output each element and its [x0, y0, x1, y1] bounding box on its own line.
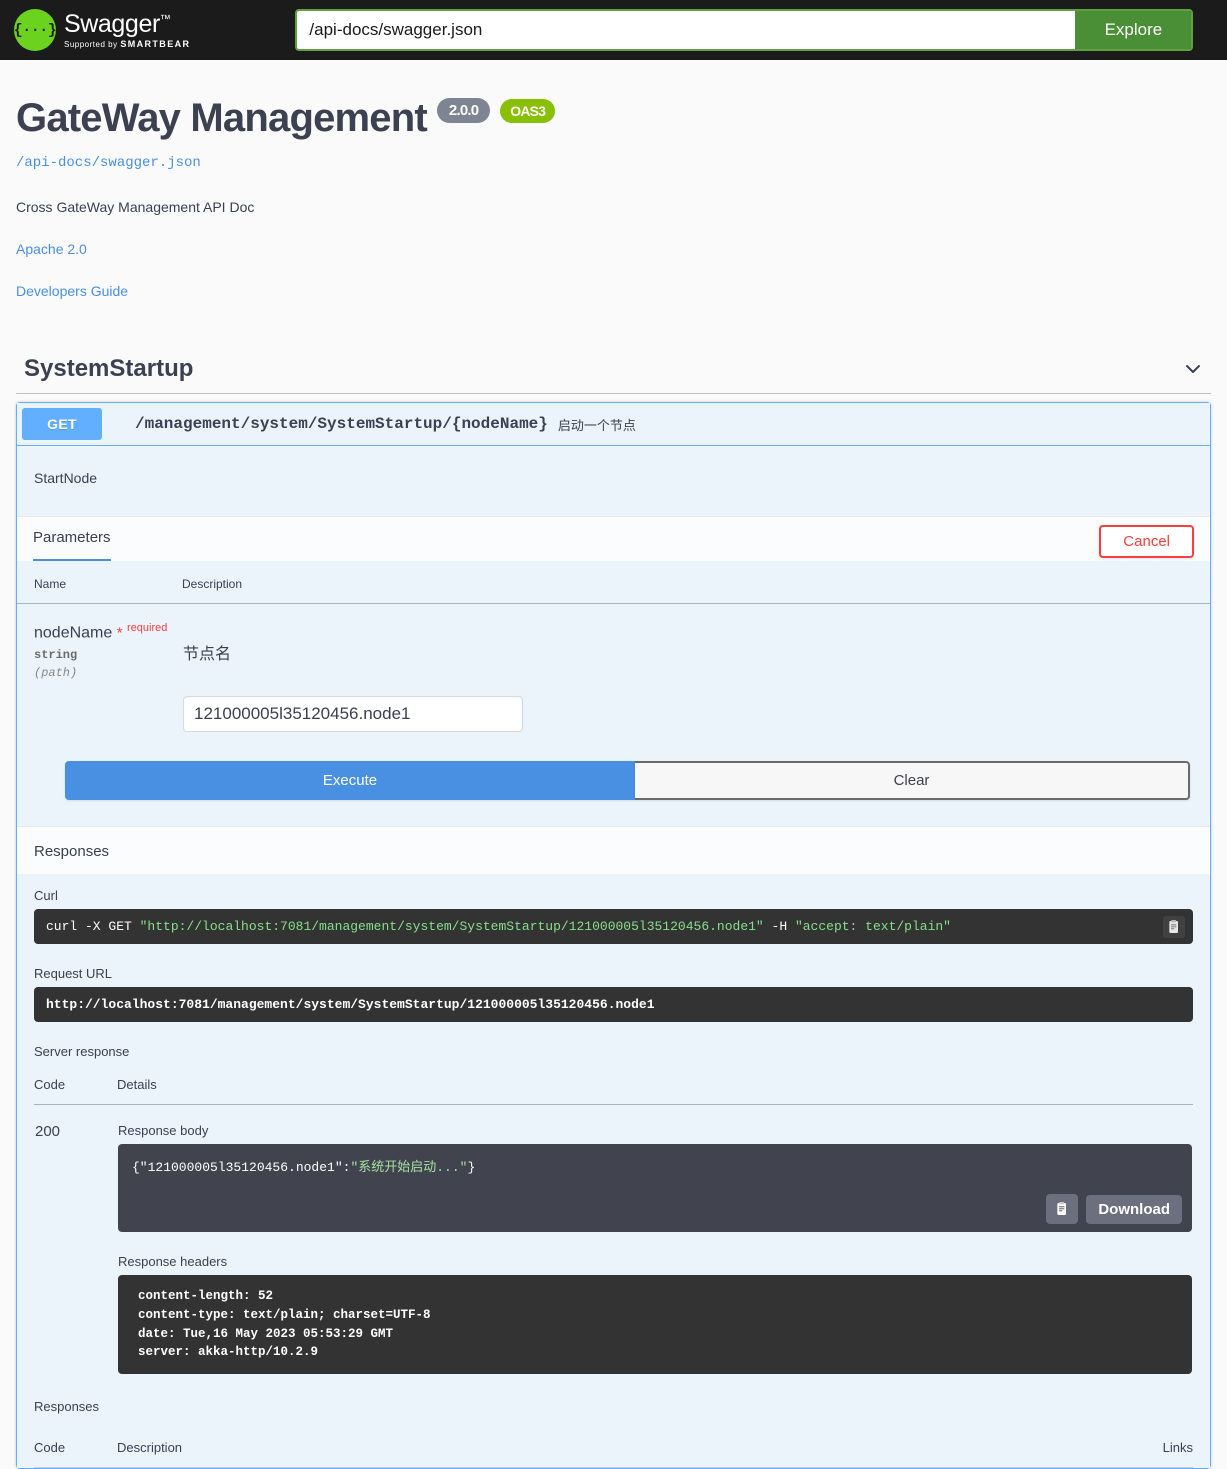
server-response-label: Server response — [34, 1044, 130, 1059]
live-response: Curl curl -X GET "http://localhost:7081/… — [17, 888, 1210, 1385]
response-headers-block: content-length: 52 content-type: text/pl… — [118, 1275, 1192, 1374]
http-method-badge: GET — [22, 408, 102, 440]
spec-url-link[interactable]: /api-docs/swagger.json — [16, 155, 1211, 171]
responses-table: Code Description Links — [34, 1430, 1193, 1468]
response-header-line: content-length: 52 — [138, 1289, 274, 1303]
responses-table-header-row: Code Description Links — [34, 1430, 1193, 1468]
request-url-block: http://localhost:7081/management/system/… — [34, 987, 1193, 1022]
parameters-table-header-row: Name Description — [17, 561, 1210, 604]
spec-url-bar: Explore — [295, 9, 1194, 51]
opblock-get-systemstartup: GET /management/system/SystemStartup/{no… — [16, 402, 1211, 1469]
cancel-button[interactable]: Cancel — [1099, 525, 1194, 558]
page-title: GateWay Management 2.0.0 OAS3 — [16, 96, 1211, 141]
responses-section-title: Responses — [17, 826, 1210, 874]
table-row: nodeName * required string (path) 节点名 — [17, 604, 1210, 734]
tab-parameters[interactable]: Parameters — [33, 529, 111, 561]
api-info: GateWay Management 2.0.0 OAS3 /api-docs/… — [16, 60, 1211, 299]
opblock-summary[interactable]: GET /management/system/SystemStartup/{no… — [17, 403, 1210, 446]
response-body-value: "系统开始启动..." — [350, 1160, 468, 1175]
parameter-name-cell: nodeName * required string (path) — [17, 604, 182, 734]
api-description: Cross GateWay Management API Doc — [16, 199, 255, 215]
logo-smartbear-brand: SMARTBEAR — [120, 38, 191, 49]
response-body-actions: Download — [1046, 1194, 1182, 1224]
parameters-header: Parameters Cancel — [17, 516, 1210, 561]
download-button[interactable]: Download — [1086, 1194, 1182, 1224]
api-title-text: GateWay Management — [16, 96, 428, 140]
clear-button[interactable]: Clear — [635, 761, 1190, 800]
parameter-location: (path) — [34, 666, 78, 681]
parameter-description: 节点名 — [183, 646, 232, 663]
parameter-type: string — [34, 648, 78, 663]
execute-clear-row: Execute Clear — [17, 733, 1210, 826]
swagger-logo[interactable]: {···} Swagger™ Supported by SMARTBEAR — [14, 9, 190, 51]
column-header-code: Code — [34, 1067, 117, 1105]
parameters-table: Name Description nodeName * required str… — [17, 561, 1210, 733]
column-header-description: Description — [182, 561, 1210, 604]
curl-url: "http://localhost:7081/management/system… — [139, 919, 764, 934]
tag-title: SystemStartup — [24, 355, 194, 382]
opblock-body: StartNode Parameters Cancel Name Descrip… — [17, 446, 1210, 1468]
response-code-cell: 200 — [35, 1123, 61, 1140]
response-body-key: {"121000005l35120456.node1": — [132, 1160, 351, 1175]
column-header-code: Code — [34, 1430, 117, 1468]
opblock-summary-description: 启动一个节点 — [557, 417, 636, 433]
tag-header[interactable]: SystemStartup — [16, 355, 1211, 394]
request-url-label: Request URL — [34, 966, 113, 981]
documented-responses: Responses Code Description Links — [17, 1385, 1210, 1468]
response-headers-label: Response headers — [118, 1254, 228, 1269]
curl-prefix: curl -X GET — [46, 919, 140, 934]
chevron-down-icon[interactable] — [1183, 359, 1203, 379]
logo-supported-prefix: Supported by — [64, 39, 121, 49]
parameter-description-cell: 节点名 — [182, 604, 1210, 734]
parameter-value-input[interactable] — [183, 696, 523, 732]
opblock-path: /management/system/SystemStartup/{nodeNa… — [135, 415, 548, 433]
copy-to-clipboard-icon[interactable] — [1046, 1194, 1079, 1224]
column-header-description: Description — [117, 1430, 851, 1468]
responses-table-title: Responses — [34, 1399, 100, 1414]
spec-url-input[interactable] — [297, 11, 1076, 49]
curl-mid: -H — [763, 919, 795, 934]
parameter-name: nodeName — [34, 624, 113, 642]
server-response-header-row: Code Details — [34, 1067, 1193, 1105]
column-header-links: Links — [850, 1430, 1193, 1468]
external-docs-link[interactable]: Developers Guide — [16, 283, 1211, 299]
tag-section-systemstartup: SystemStartup GET /management/system/Sys… — [16, 355, 1211, 1469]
execute-button[interactable]: Execute — [65, 761, 635, 800]
response-body-block: {"121000005l35120456.node1":"系统开始启动..."} — [118, 1144, 1192, 1232]
curl-label: Curl — [34, 888, 58, 903]
license-link[interactable]: Apache 2.0 — [16, 241, 1211, 257]
api-version-badge: 2.0.0 — [436, 98, 491, 123]
oas-version-badge: OAS3 — [500, 98, 556, 123]
swagger-brace-icon: {···} — [14, 9, 57, 51]
explore-button[interactable]: Explore — [1075, 11, 1192, 49]
server-response-table: Code Details 200 Response body {"1210000… — [34, 1067, 1193, 1375]
curl-accept-header: "accept: text/plain" — [794, 919, 951, 934]
copy-to-clipboard-icon[interactable] — [1163, 915, 1185, 938]
operation-description: StartNode — [34, 470, 98, 486]
logo-trademark: ™ — [159, 13, 171, 26]
required-star-icon: * — [116, 624, 123, 642]
column-header-details: Details — [117, 1067, 1193, 1105]
response-details-cell: Response body {"121000005l35120456.node1… — [117, 1105, 1193, 1376]
response-body-label: Response body — [118, 1123, 209, 1138]
response-header-line: date: Tue,16 May 2023 05:53:29 GMT — [138, 1326, 394, 1341]
response-header-line: content-type: text/plain; charset=UTF-8 — [138, 1307, 431, 1322]
table-row: 200 Response body {"121000005l35120456.n… — [34, 1105, 1193, 1376]
required-label: required — [127, 622, 168, 634]
column-header-name: Name — [17, 561, 182, 604]
topbar: {···} Swagger™ Supported by SMARTBEAR Ex… — [0, 0, 1227, 60]
response-body-close: } — [467, 1160, 476, 1175]
curl-command-block: curl -X GET "http://localhost:7081/manag… — [34, 909, 1193, 944]
response-header-line: server: akka-http/10.2.9 — [138, 1345, 319, 1360]
logo-title-text: Swagger — [64, 9, 160, 38]
